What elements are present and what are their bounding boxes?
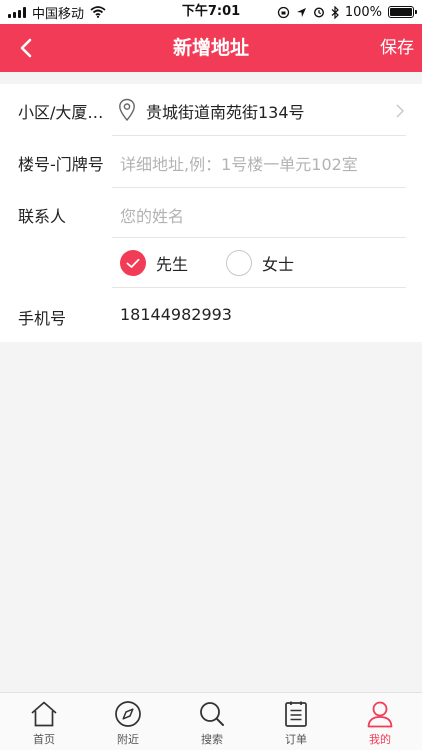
phone-input[interactable]: 18144982993 xyxy=(120,305,232,324)
tab-search[interactable]: 搜索 xyxy=(170,693,254,750)
battery-fill xyxy=(390,8,412,16)
building-row: 楼号-门牌号 详细地址,例：1号楼一单元102室 xyxy=(0,136,422,188)
name-input[interactable]: 您的姓名 xyxy=(120,203,184,227)
back-button[interactable] xyxy=(12,34,40,62)
page-title: 新增地址 xyxy=(172,37,249,59)
contact-label: 联系人 xyxy=(18,207,67,226)
location-pin-icon xyxy=(119,98,135,122)
community-label: 小区/大厦/学校 xyxy=(18,103,106,122)
battery-percent: 100% xyxy=(344,4,382,20)
carrier-name: 中国移动 xyxy=(32,6,85,22)
radio-checked-icon xyxy=(120,250,146,276)
tab-label: 搜索 xyxy=(201,733,223,746)
user-icon xyxy=(367,701,393,728)
location-arrow-icon xyxy=(296,7,306,17)
tab-nearby[interactable]: 附近 xyxy=(86,693,170,750)
bluetooth-icon xyxy=(331,5,339,19)
tab-label: 附近 xyxy=(117,733,139,746)
gender-option-male[interactable]: 先生 xyxy=(120,250,188,276)
tab-orders[interactable]: 订单 xyxy=(254,693,338,750)
home-icon xyxy=(31,701,57,727)
tab-label: 订单 xyxy=(285,733,307,746)
building-label: 楼号-门牌号 xyxy=(18,155,104,174)
gender-row: 先生 女士 xyxy=(0,238,422,288)
wifi-icon xyxy=(90,6,106,18)
building-input[interactable]: 详细地址,例：1号楼一单元102室 xyxy=(120,151,358,175)
community-value: 贵城街道南苑街134号 xyxy=(146,103,305,122)
contact-row: 联系人 您的姓名 xyxy=(0,188,422,238)
status-bar: 中国移动 下午7:01 100% xyxy=(0,0,422,24)
nav-header: 新增地址 保存 xyxy=(0,24,422,72)
tab-home[interactable]: 首页 xyxy=(2,693,86,750)
search-icon xyxy=(200,702,224,726)
phone-row: 手机号 18144982993 xyxy=(0,288,422,342)
compass-icon xyxy=(115,701,141,727)
save-button[interactable]: 保存 xyxy=(380,24,414,72)
address-form: 小区/大厦/学校 贵城街道南苑街134号 楼号-门牌号 详细地址,例：1号楼一单… xyxy=(0,84,422,342)
chevron-right-icon xyxy=(396,104,404,118)
status-left: 中国移动 xyxy=(8,0,106,24)
community-row[interactable]: 小区/大厦/学校 贵城街道南苑街134号 xyxy=(0,84,422,136)
signal-icon xyxy=(8,6,26,18)
tab-mine[interactable]: 我的 xyxy=(338,693,422,750)
gender-option-label: 女士 xyxy=(262,255,295,274)
orientation-lock-icon xyxy=(277,6,289,18)
tab-label: 首页 xyxy=(33,733,55,746)
gender-option-female[interactable]: 女士 xyxy=(226,250,294,276)
phone-label: 手机号 xyxy=(18,309,67,328)
tab-label: 我的 xyxy=(369,733,391,746)
gender-option-label: 先生 xyxy=(156,255,189,274)
bottom-tab-bar: 首页 附近 搜索 订单 我的 xyxy=(0,692,422,750)
chevron-left-icon xyxy=(20,38,32,58)
status-right: 100% xyxy=(277,0,417,24)
order-list-icon xyxy=(285,701,307,727)
battery-icon xyxy=(388,6,417,18)
alarm-icon xyxy=(313,7,324,18)
radio-unchecked-icon xyxy=(226,250,252,276)
